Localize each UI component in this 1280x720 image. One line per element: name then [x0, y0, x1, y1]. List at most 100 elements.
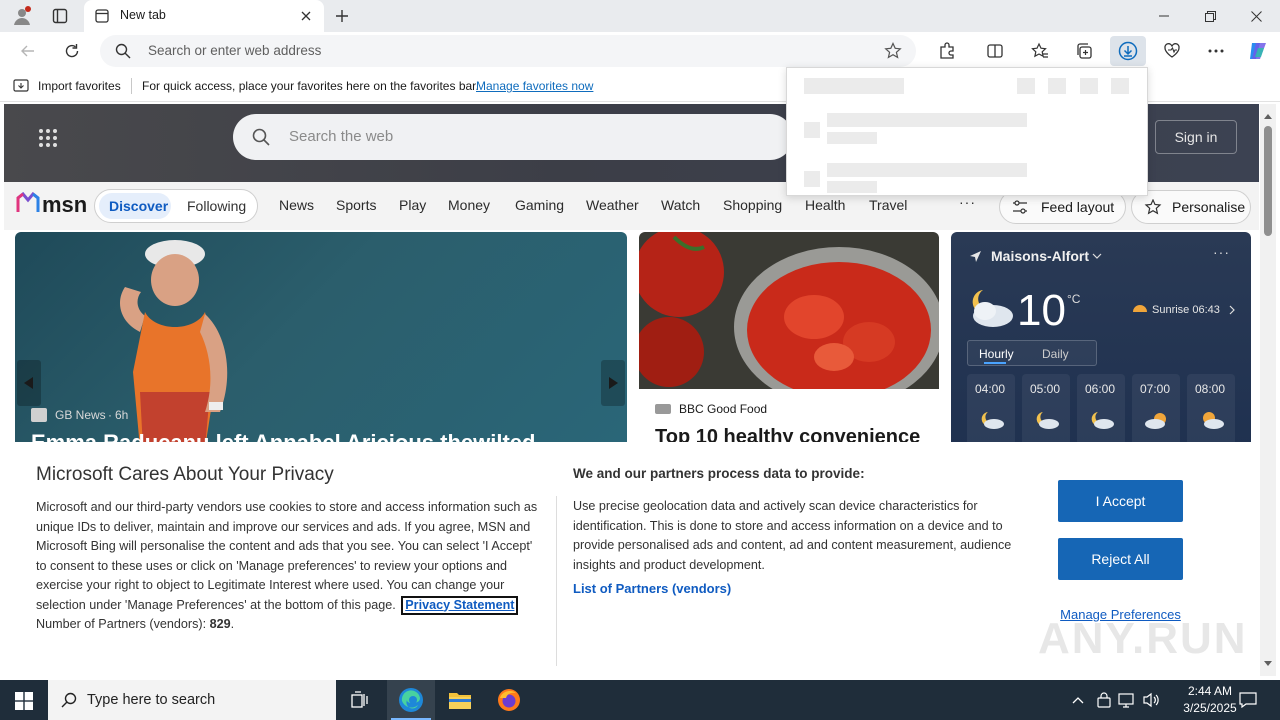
- network-icon[interactable]: [1117, 691, 1137, 709]
- address-bar[interactable]: Search or enter web address: [100, 35, 916, 67]
- refresh-button[interactable]: [60, 39, 84, 63]
- download-item-meta-skeleton: [827, 132, 877, 144]
- downloads-action-skeleton: [1080, 78, 1098, 94]
- scroll-up-icon[interactable]: [1263, 112, 1273, 120]
- carousel-next-button[interactable]: [601, 360, 625, 406]
- browser-essentials-icon[interactable]: [1160, 39, 1184, 63]
- windows-start-icon[interactable]: [12, 690, 36, 712]
- tab-new-tab[interactable]: New tab: [84, 0, 324, 32]
- download-item-name-skeleton: [827, 113, 1027, 127]
- weather-more-icon[interactable]: ···: [1213, 244, 1230, 260]
- hour-label: 05:00: [1030, 382, 1061, 396]
- favorites-icon[interactable]: [1028, 39, 1052, 63]
- close-window-button[interactable]: [1242, 4, 1270, 28]
- hour-slot: 07:00: [1132, 374, 1180, 448]
- chevron-right-icon: [609, 377, 618, 389]
- nav-play[interactable]: Play: [399, 197, 426, 213]
- weather-view-tabs: Hourly Daily: [967, 340, 1097, 366]
- reject-all-button[interactable]: Reject All: [1058, 538, 1183, 580]
- download-item-meta-skeleton: [827, 181, 877, 193]
- tab-daily[interactable]: Daily: [1042, 347, 1069, 361]
- taskbar-search-box[interactable]: Type here to search: [48, 680, 336, 720]
- tab-strip: New tab: [0, 0, 1280, 32]
- accept-button[interactable]: I Accept: [1058, 480, 1183, 522]
- minimize-button[interactable]: [1150, 4, 1178, 28]
- favorite-star-icon[interactable]: [882, 40, 904, 62]
- task-view-icon[interactable]: [348, 688, 372, 712]
- carousel-prev-button[interactable]: [17, 360, 41, 406]
- taskbar-edge-button[interactable]: [387, 680, 435, 720]
- sunrise-time: Sunrise 06:43: [1152, 304, 1220, 316]
- split-screen-icon[interactable]: [983, 39, 1007, 63]
- weather-unit[interactable]: °C: [1067, 292, 1080, 306]
- nav-more-button[interactable]: ···: [959, 194, 976, 210]
- security-icon[interactable]: [1095, 691, 1113, 709]
- nav-sports[interactable]: Sports: [336, 197, 376, 213]
- feed-layout-icon: [1012, 199, 1028, 215]
- firefox-icon[interactable]: [496, 687, 522, 713]
- vendors-link[interactable]: List of Partners (vendors): [573, 581, 731, 596]
- nav-weather[interactable]: Weather: [586, 197, 639, 213]
- download-item-icon-skeleton: [804, 171, 820, 187]
- downloads-panel: [786, 67, 1148, 196]
- tab-actions-icon[interactable]: [48, 4, 72, 28]
- app-launcher-icon[interactable]: [36, 126, 60, 150]
- scroll-thumb[interactable]: [1264, 126, 1272, 236]
- nav-money[interactable]: Money: [448, 197, 490, 213]
- weather-card[interactable]: Maisons-Alfort ··· 10 °C Sunrise 06:43 H…: [951, 232, 1251, 448]
- anyrun-watermark: ANY.RUN: [1038, 614, 1248, 663]
- collections-icon[interactable]: [1072, 39, 1096, 63]
- feed-layout-label: Feed layout: [1041, 199, 1115, 215]
- new-tab-button[interactable]: [330, 4, 354, 28]
- back-button[interactable]: [16, 39, 40, 63]
- nav-watch[interactable]: Watch: [661, 197, 700, 213]
- copilot-icon[interactable]: [1245, 38, 1271, 64]
- consent-body: Microsoft and our third-party vendors us…: [36, 498, 544, 635]
- bbc-good-food-logo-icon: [655, 404, 671, 414]
- consent-right-title: We and our partners process data to prov…: [573, 466, 865, 481]
- location-chevron-down-icon[interactable]: [1091, 250, 1103, 262]
- sign-in-button[interactable]: Sign in: [1155, 120, 1237, 154]
- restore-button[interactable]: [1196, 4, 1224, 28]
- nav-travel[interactable]: Travel: [869, 197, 907, 213]
- personalise-button[interactable]: Personalise: [1131, 190, 1251, 224]
- personalise-label: Personalise: [1172, 199, 1246, 215]
- weather-temp: 10: [1017, 286, 1066, 335]
- show-hidden-icons[interactable]: [1070, 692, 1086, 708]
- close-tab-icon[interactable]: [298, 8, 314, 24]
- tab-following[interactable]: Following: [187, 198, 246, 214]
- scroll-down-icon[interactable]: [1263, 659, 1273, 667]
- food-story-card[interactable]: BBC Good Food Top 10 healthy convenience: [639, 232, 939, 448]
- downloads-button[interactable]: [1110, 36, 1146, 66]
- nav-health[interactable]: Health: [805, 197, 845, 213]
- page-scrollbar[interactable]: [1260, 104, 1276, 676]
- sunrise-chevron-right-icon[interactable]: [1227, 304, 1237, 316]
- favorites-hint: For quick access, place your favorites h…: [142, 79, 479, 93]
- privacy-statement-link[interactable]: Privacy Statement: [405, 598, 514, 612]
- tab-hourly[interactable]: Hourly: [979, 347, 1014, 361]
- moon-cloud-icon: [972, 290, 1013, 327]
- volume-icon[interactable]: [1141, 691, 1161, 709]
- nav-news[interactable]: News: [279, 197, 314, 213]
- web-search-box[interactable]: Search the web: [233, 114, 793, 160]
- manage-favorites-link[interactable]: Manage favorites now: [476, 79, 593, 93]
- tennis-player-image: [120, 240, 228, 448]
- gb-news-logo-icon: [31, 408, 47, 422]
- discover-following-toggle: Discover Following: [94, 189, 258, 223]
- top-story-card[interactable]: GB News · 6h Emma Raducanu left Annabel …: [15, 232, 627, 448]
- notifications-icon[interactable]: [1237, 690, 1259, 710]
- extensions-icon[interactable]: [935, 39, 959, 63]
- import-favorites-button[interactable]: Import favorites: [38, 79, 121, 93]
- privacy-consent-banner: Microsoft Cares About Your Privacy Micro…: [4, 442, 1259, 676]
- consent-right-body: Use precise geolocation data and activel…: [573, 499, 1012, 572]
- tab-discover[interactable]: Discover: [109, 198, 168, 214]
- nav-gaming[interactable]: Gaming: [515, 197, 564, 213]
- partners-count: 829: [209, 617, 231, 631]
- file-explorer-icon[interactable]: [447, 688, 473, 712]
- msn-logo-text[interactable]: msn: [42, 192, 87, 218]
- new-tab-page-icon: [94, 8, 110, 24]
- settings-more-icon[interactable]: [1204, 39, 1228, 63]
- profile-icon[interactable]: [10, 4, 34, 28]
- weather-location[interactable]: Maisons-Alfort: [991, 248, 1089, 264]
- nav-shopping[interactable]: Shopping: [723, 197, 782, 213]
